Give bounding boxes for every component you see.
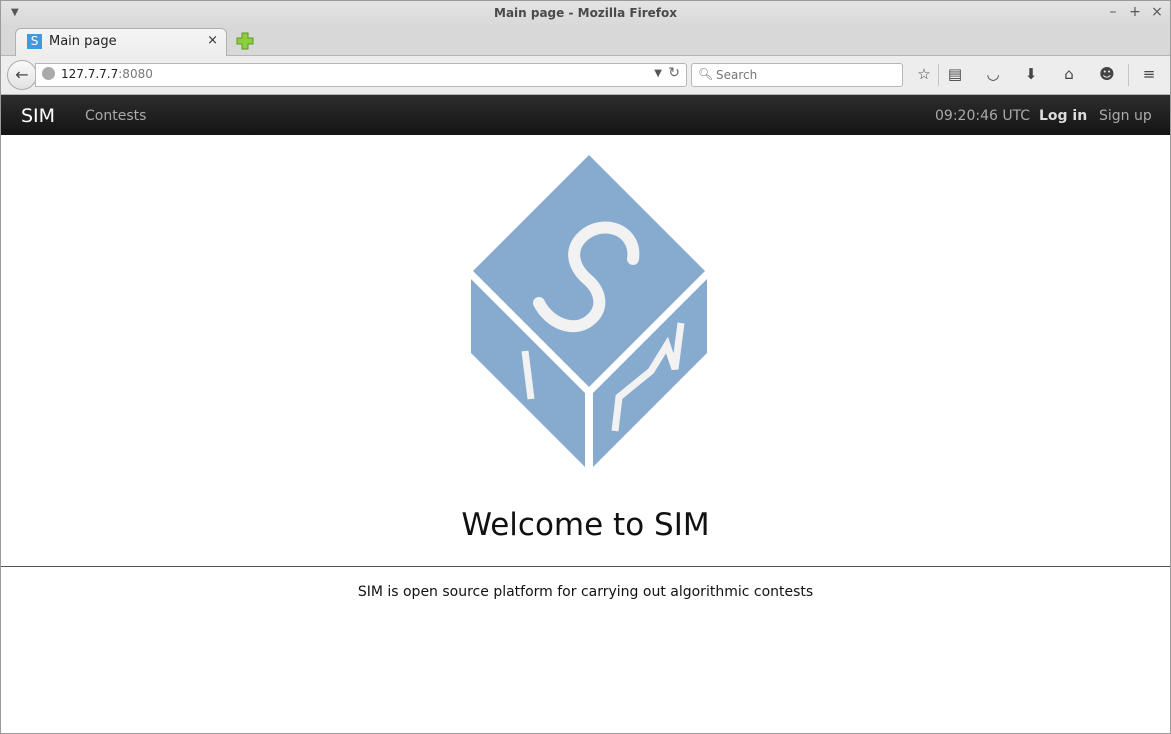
search-input[interactable]: 🔍︎ Search	[691, 63, 903, 87]
new-tab-icon[interactable]	[235, 31, 255, 51]
reading-list-icon[interactable]: ▤	[946, 65, 964, 83]
pocket-icon[interactable]: ◡	[984, 65, 1002, 83]
toolbar-separator	[1128, 64, 1129, 86]
address-bar[interactable]: 127.7.7.7:8080 ▼ ↻	[35, 63, 687, 87]
url-host: 127.7.7.7	[61, 67, 119, 81]
download-icon[interactable]: ⬇	[1022, 65, 1040, 83]
hamburger-menu-icon[interactable]: ≡	[1140, 65, 1158, 83]
sim-cube-logo	[471, 155, 707, 467]
reload-icon[interactable]: ↻	[668, 65, 680, 81]
window-title: Main page - Mozilla Firefox	[494, 6, 677, 20]
tab-close-icon[interactable]: ×	[207, 33, 218, 48]
maximize-icon[interactable]: +	[1128, 4, 1142, 20]
close-window-icon[interactable]: ×	[1150, 4, 1164, 20]
back-arrow-icon: ←	[15, 65, 29, 84]
back-button[interactable]: ←	[7, 60, 37, 90]
title-bar: ▼ Main page - Mozilla Firefox – + ×	[1, 1, 1170, 27]
minimize-icon[interactable]: –	[1106, 4, 1120, 20]
welcome-heading: Welcome to SIM	[461, 507, 710, 543]
toolbar-separator	[938, 64, 939, 86]
navigation-toolbar: ← 127.7.7.7:8080 ▼ ↻ 🔍︎ Search ☆ ▤ ◡ ⬇ ⌂…	[1, 56, 1170, 95]
search-placeholder: Search	[716, 68, 758, 82]
tab-label: Main page	[49, 34, 117, 49]
url-port: :8080	[118, 67, 153, 81]
browser-window: ▼ Main page - Mozilla Firefox – + × S Ma…	[0, 0, 1171, 734]
url-history-dropdown-icon[interactable]: ▼	[654, 68, 662, 79]
home-icon[interactable]: ⌂	[1060, 65, 1078, 83]
tab-strip: S Main page ×	[1, 27, 1170, 56]
globe-icon	[42, 67, 55, 80]
signup-link[interactable]: Sign up	[1099, 108, 1152, 124]
star-icon[interactable]: ☆	[915, 65, 933, 83]
site-brand-link[interactable]: SIM	[21, 105, 55, 127]
nav-link-contests[interactable]: Contests	[85, 108, 146, 124]
url-text: 127.7.7.7:8080	[61, 67, 153, 81]
tagline-text: SIM is open source platform for carrying…	[357, 584, 814, 600]
site-favicon-icon: S	[27, 34, 42, 49]
search-icon: 🔍︎	[698, 67, 714, 81]
site-navbar: SIM Contests 09:20:46 UTC Log in Sign up	[1, 95, 1170, 135]
page-content: SIM Contests 09:20:46 UTC Log in Sign up…	[1, 95, 1170, 733]
divider	[1, 566, 1170, 567]
server-clock: 09:20:46 UTC	[935, 108, 1031, 124]
tab-main-page[interactable]: S Main page ×	[15, 28, 227, 56]
smiley-icon[interactable]: ☻	[1098, 65, 1116, 83]
login-link[interactable]: Log in	[1039, 108, 1087, 124]
